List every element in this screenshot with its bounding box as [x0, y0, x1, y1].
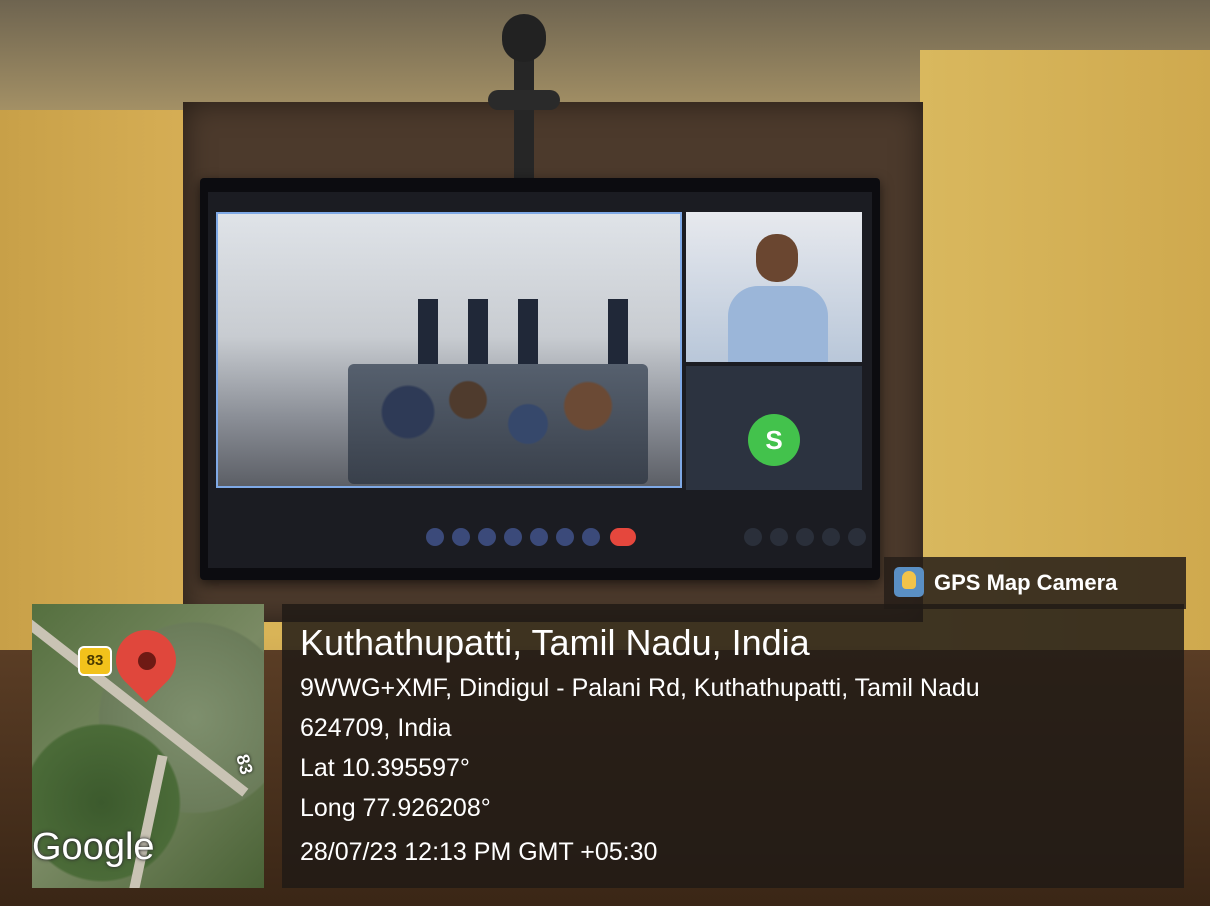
longitude: Long 77.926208° [300, 794, 491, 822]
gps-app-name: GPS Map Camera [934, 570, 1118, 595]
latitude: Lat 10.395597° [300, 754, 470, 782]
television: S [200, 178, 880, 580]
call-control-bar [208, 522, 872, 552]
window-curtain [468, 299, 488, 369]
gps-map-camera-logo-icon [894, 567, 924, 597]
video-call-screen: S [208, 192, 872, 568]
people-icon [770, 528, 788, 546]
address-line-1: 9WWG+XMF, Dindigul - Palani Rd, Kuthathu… [300, 674, 980, 702]
camera-base [488, 90, 560, 110]
map-brand: Google [32, 826, 155, 868]
participant-video-tile [686, 212, 862, 362]
mic-icon [426, 528, 444, 546]
address-line-2: 624709, India [300, 714, 452, 742]
gps-app-badge: GPS Map Camera [884, 557, 1186, 609]
end-call-icon [610, 528, 636, 546]
conference-camera [488, 14, 560, 186]
host-controls-icon [848, 528, 866, 546]
location-info-panel: Kuthathupatti, Tamil Nadu, India 9WWG+XM… [282, 604, 1184, 888]
timestamp: 28/07/23 12:13 PM GMT +05:30 [300, 838, 658, 866]
map-thumbnail: 83 83 Google [32, 604, 264, 888]
route-shield: 83 [78, 646, 112, 676]
route-label: 83 [232, 752, 257, 777]
window-curtain [418, 299, 438, 369]
raise-hand-icon [556, 528, 574, 546]
captions-icon [478, 528, 496, 546]
activities-icon [822, 528, 840, 546]
info-icon [744, 528, 762, 546]
participant-body [728, 286, 828, 362]
map-pin-dot [138, 652, 156, 670]
camera-lens [502, 14, 546, 62]
camera-stand [514, 58, 534, 186]
audience [348, 364, 648, 484]
camera-toggle-icon [452, 528, 470, 546]
participant-head [756, 234, 798, 282]
participant-avatar: S [748, 414, 800, 466]
place-name: Kuthathupatti, Tamil Nadu, India [300, 622, 810, 663]
window-curtain [518, 299, 538, 369]
window-curtain [608, 299, 628, 369]
photo: S GPS Map Camera 83 83 Google Kuthathupa… [0, 0, 1210, 906]
participant-avatar-tile: S [686, 366, 862, 490]
emoji-icon [504, 528, 522, 546]
main-video-tile [216, 212, 682, 488]
more-options-icon [582, 528, 600, 546]
chat-icon [796, 528, 814, 546]
present-icon [530, 528, 548, 546]
